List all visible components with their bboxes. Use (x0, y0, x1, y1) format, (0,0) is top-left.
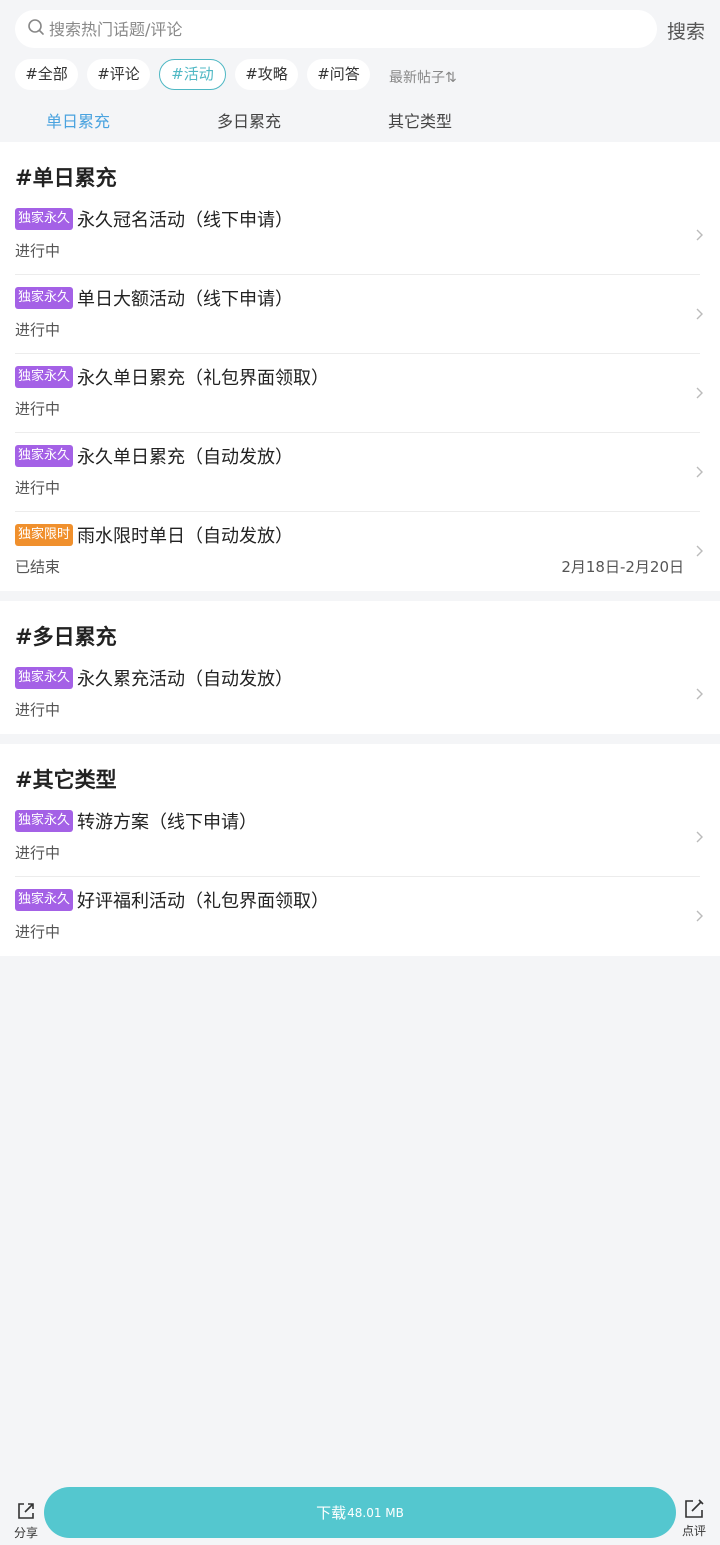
activity-status: 进行中 (15, 321, 61, 339)
badge-permanent: 独家永久 (15, 366, 74, 388)
badge-permanent: 独家永久 (15, 667, 74, 689)
activity-item[interactable]: 独家永久 单日大额活动（线下申请） 进行中 (0, 275, 720, 354)
activity-status: 进行中 (15, 479, 61, 497)
search-button[interactable]: 搜索 (667, 17, 705, 44)
badge-limited: 独家限时 (15, 524, 74, 546)
share-icon (18, 1503, 34, 1519)
activity-item[interactable]: 独家永久 永久累充活动（自动发放） 进行中 (0, 655, 720, 734)
activity-status: 进行中 (15, 400, 61, 418)
sort-button[interactable]: 最新帖子⇅ (389, 67, 457, 87)
activity-item[interactable]: 独家限时 雨水限时单日（自动发放） 已结束 2月18日-2月20日 (0, 512, 720, 591)
section-single-day: #单日累充 独家永久 永久冠名活动（线下申请） 进行中 独家永久 单日大额活动（… (0, 142, 720, 591)
section-multi-day: #多日累充 独家永久 永久累充活动（自动发放） 进行中 (0, 601, 720, 734)
activity-item[interactable]: 独家永久 永久单日累充（自动发放） 进行中 (0, 433, 720, 512)
activity-title: 好评福利活动（礼包界面领取） (77, 891, 329, 912)
share-button[interactable]: 分享 (12, 1500, 40, 1541)
search-icon (27, 18, 45, 40)
badge-permanent: 独家永久 (15, 889, 74, 911)
tag-activities[interactable]: #活动 (159, 59, 226, 90)
header: 搜索 #全部 #评论 #活动 #攻略 #问答 最新帖子⇅ 单日累充 多日累充 其… (0, 0, 720, 142)
subtab-single-day[interactable]: 单日累充 (46, 108, 110, 132)
subtab-multi-day[interactable]: 多日累充 (217, 108, 281, 132)
bottom-bar: 分享 下载 48.01 MB 点评 (0, 1484, 720, 1545)
activity-date-range: 2月18日-2月20日 (561, 558, 684, 576)
search-bar[interactable] (15, 10, 657, 48)
chevron-right-icon (696, 308, 703, 320)
download-button[interactable]: 下载 48.01 MB (44, 1487, 676, 1538)
activity-title: 转游方案（线下申请） (77, 812, 257, 833)
section-title: #多日累充 (15, 625, 117, 649)
share-label: 分享 (13, 1526, 38, 1540)
activity-status: 进行中 (15, 701, 61, 719)
activity-status: 已结束 (15, 558, 61, 576)
chevron-right-icon (696, 387, 703, 399)
subtab-other[interactable]: 其它类型 (388, 108, 452, 132)
section-title: #单日累充 (15, 166, 117, 190)
search-input[interactable] (49, 14, 629, 44)
activity-title: 永久单日累充（自动发放） (77, 447, 293, 468)
download-size: 48.01 MB (347, 1505, 404, 1520)
section-title: #其它类型 (15, 768, 117, 792)
chevron-right-icon (696, 466, 703, 478)
activity-title: 永久累充活动（自动发放） (77, 669, 293, 690)
edit-icon (685, 1499, 704, 1518)
chevron-right-icon (696, 910, 703, 922)
tag-filter-bar: #全部 #评论 #活动 #攻略 #问答 (15, 59, 715, 90)
badge-permanent: 独家永久 (15, 445, 74, 467)
download-label: 下载 (316, 1504, 347, 1522)
activity-item[interactable]: 独家永久 转游方案（线下申请） 进行中 (0, 798, 720, 877)
activity-item[interactable]: 独家永久 好评福利活动（礼包界面领取） 进行中 (0, 877, 720, 956)
tag-qa[interactable]: #问答 (307, 59, 370, 90)
chevron-right-icon (696, 831, 703, 843)
activity-item[interactable]: 独家永久 永久冠名活动（线下申请） 进行中 (0, 196, 720, 275)
subtab-bar: 单日累充 多日累充 其它类型 (0, 108, 720, 134)
tag-guides[interactable]: #攻略 (235, 59, 298, 90)
chevron-right-icon (696, 229, 703, 241)
badge-permanent: 独家永久 (15, 208, 74, 230)
review-label: 点评 (681, 1524, 706, 1538)
activity-title: 雨水限时单日（自动发放） (77, 526, 293, 547)
badge-permanent: 独家永久 (15, 810, 74, 832)
section-other: #其它类型 独家永久 转游方案（线下申请） 进行中 独家永久 好评福利活动（礼包… (0, 744, 720, 956)
activity-title: 单日大额活动（线下申请） (77, 289, 293, 310)
chevron-right-icon (696, 545, 703, 557)
activity-status: 进行中 (15, 923, 61, 941)
activity-item[interactable]: 独家永久 永久单日累充（礼包界面领取） 进行中 (0, 354, 720, 433)
badge-permanent: 独家永久 (15, 287, 74, 309)
chevron-right-icon (696, 688, 703, 700)
activity-title: 永久单日累充（礼包界面领取） (77, 368, 329, 389)
activity-status: 进行中 (15, 844, 61, 862)
tag-reviews[interactable]: #评论 (87, 59, 150, 90)
review-button[interactable]: 点评 (680, 1498, 708, 1539)
tag-all[interactable]: #全部 (15, 59, 78, 90)
activity-title: 永久冠名活动（线下申请） (77, 210, 293, 231)
activity-status: 进行中 (15, 242, 61, 260)
